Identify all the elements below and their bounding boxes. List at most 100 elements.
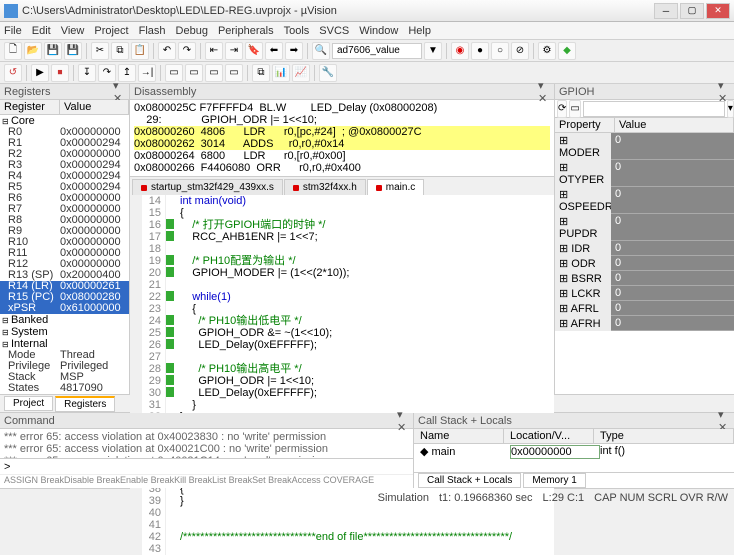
- menu-help[interactable]: Help: [408, 25, 431, 37]
- config-icon[interactable]: ⚙: [538, 42, 556, 60]
- tab-main-c[interactable]: main.c: [367, 179, 424, 195]
- tab-memory1[interactable]: Memory 1: [523, 473, 585, 488]
- code-line[interactable]: /* PH10输出低电平 */: [180, 315, 554, 327]
- cut-icon[interactable]: ✂: [91, 42, 109, 60]
- close-button[interactable]: ✕: [706, 3, 730, 19]
- run-icon[interactable]: ▶: [31, 64, 49, 82]
- bookmark-next-icon[interactable]: ➡: [285, 42, 303, 60]
- indent-left-icon[interactable]: ⇤: [205, 42, 223, 60]
- menu-view[interactable]: View: [61, 25, 85, 37]
- code-line[interactable]: /*******************************end of f…: [180, 531, 554, 543]
- code-line[interactable]: int main(void): [180, 195, 554, 207]
- disasm-line[interactable]: 0x08000264 6800 LDR r0,[r0,#0x00]: [134, 150, 550, 162]
- menu-window[interactable]: Window: [359, 25, 398, 37]
- reset-icon[interactable]: ↺: [4, 64, 22, 82]
- undo-icon[interactable]: ↶: [158, 42, 176, 60]
- menu-debug[interactable]: Debug: [176, 25, 208, 37]
- command-input[interactable]: >: [0, 458, 413, 474]
- gpioh-col-property[interactable]: Property: [555, 118, 615, 133]
- code-line[interactable]: }: [180, 399, 554, 411]
- code-line[interactable]: /* 打开GPIOH端口的时钟 */: [180, 219, 554, 231]
- trace-icon[interactable]: 📈: [292, 64, 310, 82]
- paste-icon[interactable]: 📋: [131, 42, 149, 60]
- code-line[interactable]: [180, 507, 554, 519]
- code-line[interactable]: [180, 279, 554, 291]
- window-2-icon[interactable]: ▭: [185, 64, 203, 82]
- prop-afrh[interactable]: ⊞ AFRH0: [555, 316, 734, 331]
- save-all-icon[interactable]: 💾: [64, 42, 82, 60]
- reg-row-xpsr[interactable]: xPSR0x61000000: [0, 303, 129, 314]
- serial-icon[interactable]: ⧉: [252, 64, 270, 82]
- cs-col-name[interactable]: Name: [414, 429, 504, 444]
- code-line[interactable]: {: [180, 207, 554, 219]
- maximize-button[interactable]: ▢: [680, 3, 704, 19]
- window-1-icon[interactable]: ▭: [165, 64, 183, 82]
- reg-group-system[interactable]: System: [0, 326, 129, 338]
- code-line[interactable]: /* PH10配置为输出 */: [180, 255, 554, 267]
- save-icon[interactable]: 💾: [44, 42, 62, 60]
- disassembly-close-icon[interactable]: ▾ ✕: [538, 86, 550, 98]
- gpioh-filter[interactable]: [583, 101, 725, 117]
- cs-col-loc[interactable]: Location/V...: [504, 429, 594, 444]
- code-line[interactable]: LED_Delay(0xEFFFFF);: [180, 387, 554, 399]
- redo-icon[interactable]: ↷: [178, 42, 196, 60]
- prop-lckr[interactable]: ⊞ LCKR0: [555, 286, 734, 301]
- code-line[interactable]: [180, 243, 554, 255]
- find-next-icon[interactable]: ▼: [424, 42, 442, 60]
- prop-bsrr[interactable]: ⊞ BSRR0: [555, 271, 734, 286]
- prop-ospeedr[interactable]: ⊞ OSPEEDR0: [555, 187, 734, 214]
- menu-project[interactable]: Project: [94, 25, 128, 37]
- breakpoint-kill-icon[interactable]: ⊘: [511, 42, 529, 60]
- command-close-icon[interactable]: ▾ ✕: [397, 415, 409, 427]
- code-line[interactable]: GPIOH_ODR |= 1<<10;: [180, 375, 554, 387]
- gpioh-show-icon[interactable]: ▭: [569, 100, 580, 118]
- gpioh-refresh-icon[interactable]: ⟳: [557, 100, 567, 118]
- find-combo[interactable]: [332, 43, 422, 59]
- reg-col-value[interactable]: Value: [60, 100, 129, 114]
- code-line[interactable]: [180, 543, 554, 555]
- debug-icon[interactable]: ◉: [451, 42, 469, 60]
- window-4-icon[interactable]: ▭: [225, 64, 243, 82]
- callstack-close-icon[interactable]: ▾ ✕: [718, 415, 730, 427]
- toolbox-icon[interactable]: 🔧: [319, 64, 337, 82]
- run-to-cursor-icon[interactable]: →|: [138, 64, 156, 82]
- menu-svcs[interactable]: SVCS: [319, 25, 349, 37]
- tab-stm32f4xx-h[interactable]: stm32f4xx.h: [284, 179, 366, 195]
- tab-project[interactable]: Project: [4, 396, 53, 411]
- registers-close-icon[interactable]: ▾ ✕: [113, 86, 125, 98]
- prop-pupdr[interactable]: ⊞ PUPDR0: [555, 214, 734, 241]
- gpioh-col-value[interactable]: Value: [615, 118, 734, 133]
- code-line[interactable]: LED_Delay(0xEFFFFF);: [180, 339, 554, 351]
- open-file-icon[interactable]: 📂: [24, 42, 42, 60]
- code-line[interactable]: GPIOH_MODER |= (1<<(2*10));: [180, 267, 554, 279]
- manage-icon[interactable]: ◆: [558, 42, 576, 60]
- code-line[interactable]: /* PH10输出高电平 */: [180, 363, 554, 375]
- tab-callstack[interactable]: Call Stack + Locals: [418, 473, 521, 488]
- code-line[interactable]: while(1): [180, 291, 554, 303]
- indent-right-icon[interactable]: ⇥: [225, 42, 243, 60]
- disasm-line[interactable]: 0x08000260 4806 LDR r0,[pc,#24] ; @0x080…: [134, 126, 550, 138]
- code-line[interactable]: {: [180, 303, 554, 315]
- disasm-line[interactable]: 0x0800025C F7FFFFD4 BL.W LED_Delay (0x08…: [134, 102, 550, 114]
- cs-row-main[interactable]: ◆ main 0x00000000 int f(): [414, 444, 734, 460]
- breakpoint-disable-icon[interactable]: ○: [491, 42, 509, 60]
- step-into-icon[interactable]: ↧: [78, 64, 96, 82]
- reg-col-name[interactable]: Register: [0, 100, 60, 114]
- reg-row-states[interactable]: States4817090: [0, 383, 129, 394]
- code-line[interactable]: [180, 519, 554, 531]
- code-line[interactable]: GPIOH_ODR &= ~(1<<10);: [180, 327, 554, 339]
- analyzer-icon[interactable]: 📊: [272, 64, 290, 82]
- find-icon[interactable]: 🔍: [312, 42, 330, 60]
- tab-registers[interactable]: Registers: [55, 396, 115, 412]
- menu-edit[interactable]: Edit: [32, 25, 51, 37]
- prop-moder[interactable]: ⊞ MODER0: [555, 133, 734, 160]
- menu-file[interactable]: File: [4, 25, 22, 37]
- prop-idr[interactable]: ⊞ IDR0: [555, 241, 734, 256]
- reg-group-banked[interactable]: Banked: [0, 314, 129, 326]
- new-file-icon[interactable]: 🗋: [4, 42, 22, 60]
- menu-tools[interactable]: Tools: [284, 25, 310, 37]
- code-line[interactable]: RCC_AHB1ENR |= 1<<7;: [180, 231, 554, 243]
- disasm-line[interactable]: 0x08000262 3014 ADDS r0,r0,#0x14: [134, 138, 550, 150]
- gpioh-close-icon[interactable]: ▾ ✕: [718, 86, 730, 98]
- cs-col-type[interactable]: Type: [594, 429, 734, 444]
